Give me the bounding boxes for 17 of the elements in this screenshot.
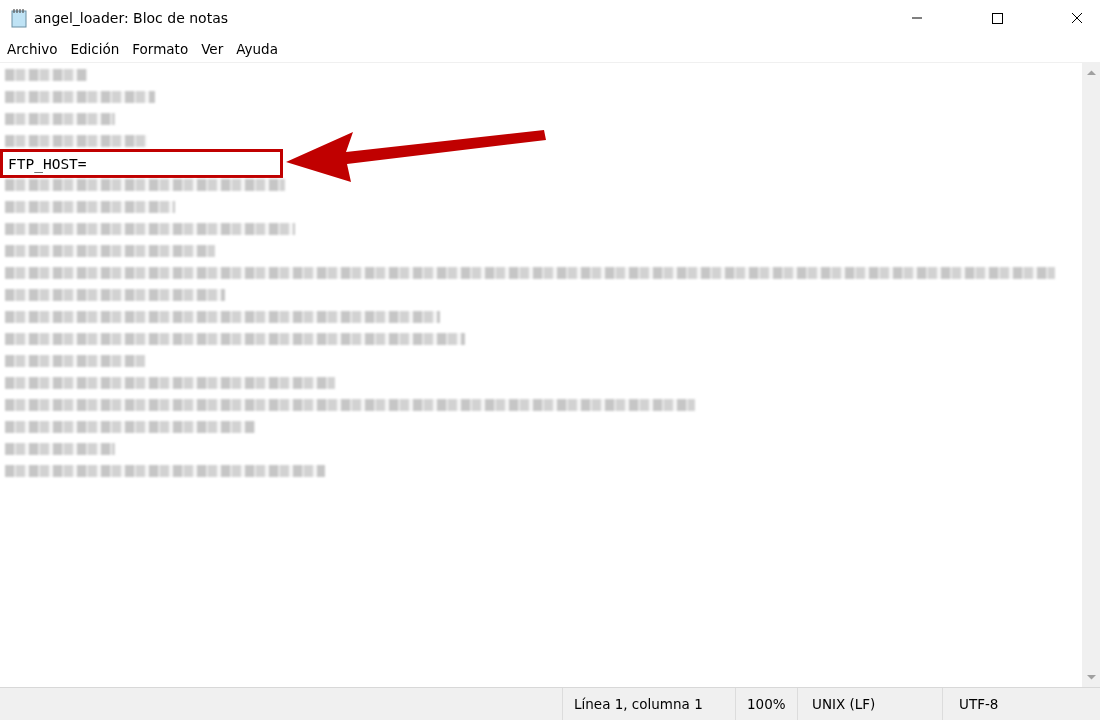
close-icon[interactable] [1071, 12, 1083, 24]
menu-item[interactable]: Ayuda [236, 41, 278, 57]
status-text: Línea 1, columna 1 [562, 688, 735, 720]
notepad-icon [10, 8, 28, 28]
status-text: 100% [735, 688, 797, 720]
menu-item[interactable]: Formato [132, 41, 189, 57]
menu-item[interactable]: Archivo [7, 41, 58, 57]
window-title: angel_loader: Bloc de notas [34, 10, 228, 26]
menu-item[interactable]: Ver [201, 41, 224, 57]
menu-item[interactable]: Edición [70, 41, 120, 57]
text-editor[interactable]: FTP_HOST= [0, 63, 1082, 687]
scroll-up-icon[interactable] [1086, 70, 1096, 76]
status-text: UTF-8 [942, 688, 1090, 720]
vertical-scrollbar[interactable] [1082, 63, 1100, 687]
scroll-down-icon[interactable] [1086, 674, 1096, 680]
status-text: UNIX (LF) [797, 688, 942, 720]
maximize-icon[interactable] [991, 12, 1003, 24]
